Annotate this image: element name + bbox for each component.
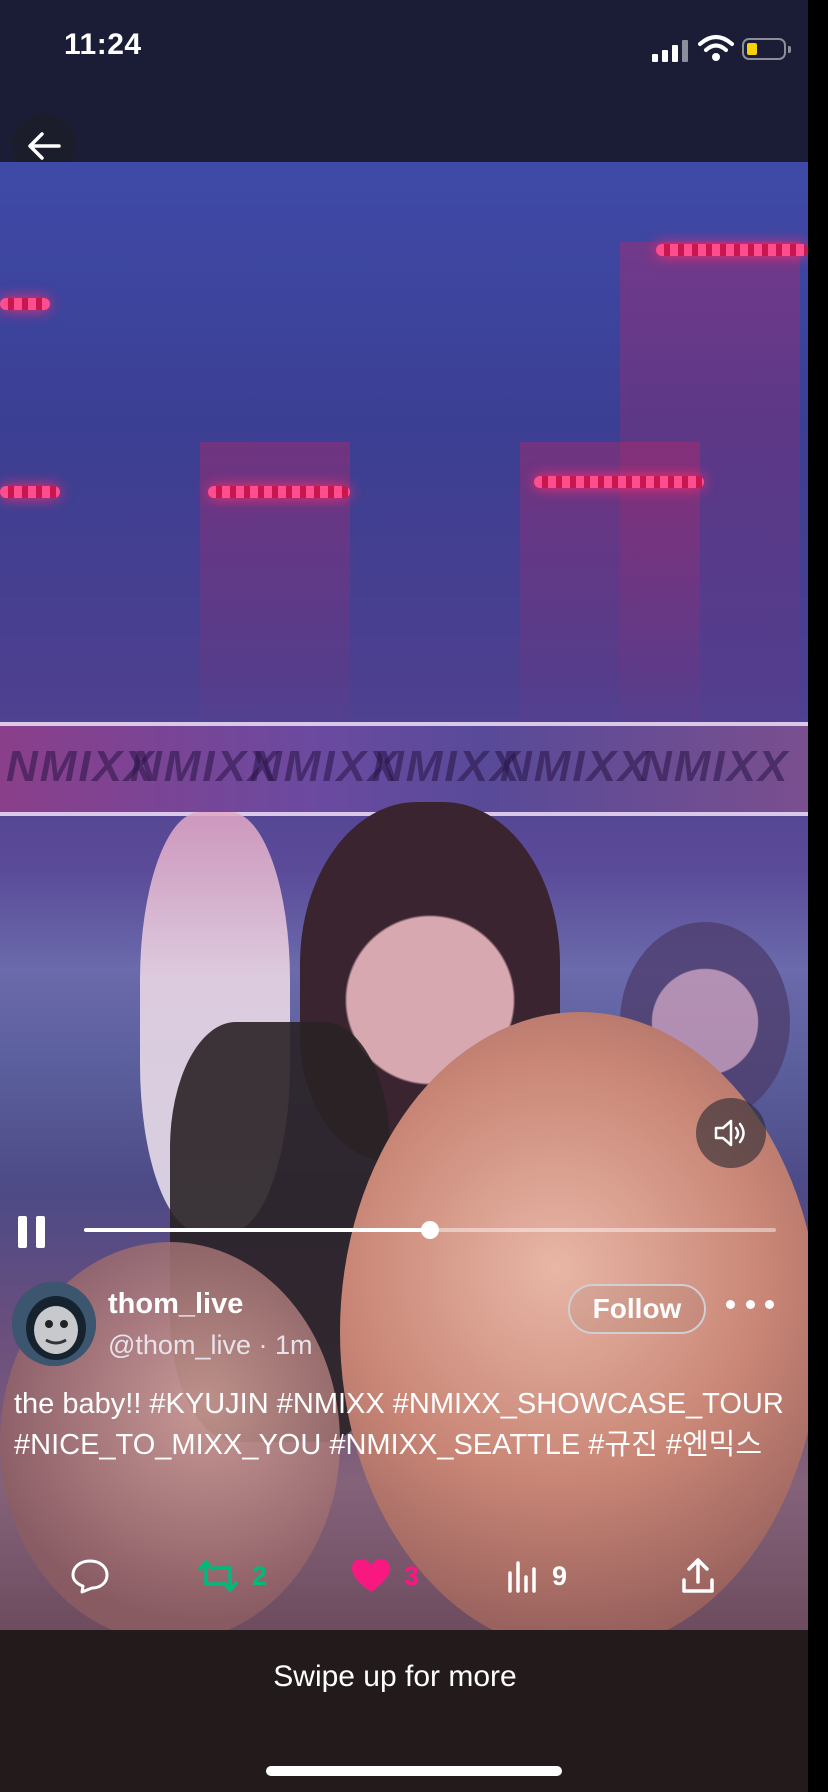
edge-strip <box>808 0 828 1792</box>
dot-icon <box>745 1299 755 1309</box>
dot-icon <box>726 1299 735 1309</box>
stage-light <box>656 244 808 256</box>
home-indicator[interactable] <box>266 1766 562 1776</box>
share-button[interactable] <box>680 1548 716 1604</box>
more-options-button[interactable] <box>726 1292 774 1316</box>
repost-button[interactable]: 2 <box>196 1548 267 1604</box>
view-count: 9 <box>552 1560 568 1591</box>
stage-light <box>208 486 350 498</box>
display-name[interactable]: thom_live <box>108 1288 243 1321</box>
repost-count: 2 <box>252 1560 268 1591</box>
avatar[interactable] <box>12 1282 96 1366</box>
battery-icon <box>742 38 791 60</box>
post-caption: the baby!! #KYUJIN #NMIXX #NMIXX_SHOWCAS… <box>14 1388 784 1461</box>
pause-button[interactable] <box>18 1216 48 1248</box>
stage-light <box>0 298 50 310</box>
action-bar: 2 3 9 <box>0 1548 808 1604</box>
speaker-icon <box>714 1119 745 1147</box>
progress-scrubber[interactable] <box>421 1221 439 1239</box>
handle-timestamp: @thom_live · 1m <box>108 1330 313 1360</box>
follow-button[interactable]: Follow <box>568 1284 706 1334</box>
heart-icon <box>352 1559 390 1592</box>
video-progress-bar[interactable] <box>84 1221 776 1239</box>
like-count: 3 <box>404 1560 420 1591</box>
dot-icon <box>765 1299 774 1309</box>
profile-picture <box>12 1282 96 1366</box>
wifi-icon <box>698 35 734 61</box>
analytics-icon <box>508 1561 536 1593</box>
like-button[interactable]: 3 <box>350 1548 419 1604</box>
arrow-left-icon <box>28 132 61 160</box>
reply-icon <box>71 1559 109 1594</box>
cellular-signal-icon <box>652 38 688 62</box>
reply-button[interactable] <box>70 1548 122 1604</box>
swipe-up-hint[interactable]: Swipe up for more <box>0 1660 790 1694</box>
views-button[interactable]: 9 <box>506 1548 567 1604</box>
stage-light <box>534 476 704 488</box>
status-time: 11:24 <box>64 28 142 61</box>
top-bar <box>0 0 808 162</box>
stage-light <box>0 486 60 498</box>
progress-fill <box>84 1228 430 1232</box>
share-icon <box>682 1558 714 1593</box>
repost-icon <box>198 1560 238 1592</box>
sound-toggle-button[interactable] <box>696 1098 766 1168</box>
